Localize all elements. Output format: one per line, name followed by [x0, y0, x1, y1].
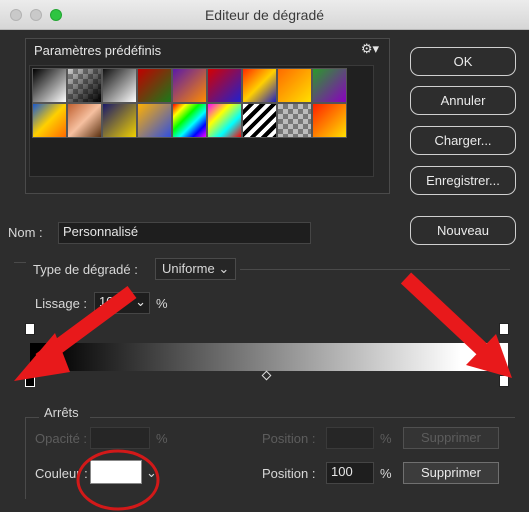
annotation-overlay [14, 272, 512, 511]
red-arrow-left [14, 285, 137, 381]
red-circle [76, 449, 160, 511]
gradient-editor-window: Editeur de dégradé Paramètres prédéfinis… [0, 0, 529, 512]
red-arrow-right [400, 272, 512, 378]
